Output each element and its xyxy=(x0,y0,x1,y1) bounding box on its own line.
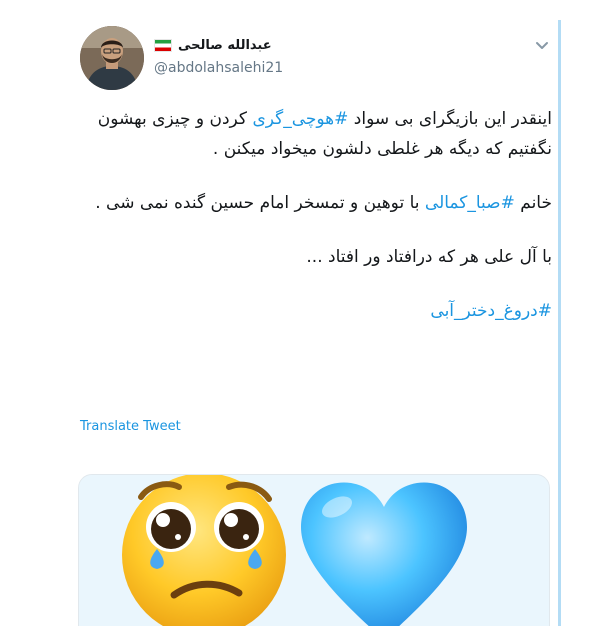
translate-tweet-link[interactable]: Translate Tweet xyxy=(80,419,181,434)
tweet-paragraph: با آل علی هر که درافتاد ور افتاد ... xyxy=(74,242,552,272)
tweet-text: اینقدر این بازیگرای بی سواد #هوچی_گری کر… xyxy=(74,104,552,350)
tweet-view: عبدالله صالحی @abdolahsalehi21 اینقدر ای… xyxy=(0,0,598,626)
tweet-media[interactable] xyxy=(78,474,550,626)
emoji-image xyxy=(79,475,549,626)
user-handle[interactable]: @abdolahsalehi21 xyxy=(154,60,283,76)
tweet-text-segment: خانم xyxy=(514,193,552,213)
avatar[interactable] xyxy=(80,26,144,90)
hashtag-link[interactable]: #صبا_کمالی xyxy=(425,193,515,213)
display-name[interactable]: عبدالله صالحی xyxy=(178,38,272,53)
thread-rule xyxy=(558,20,561,626)
tweet-text-segment: اینقدر این بازیگرای بی سواد xyxy=(348,109,552,129)
tweet-text-segment: با آل علی هر که درافتاد ور افتاد ... xyxy=(306,247,552,267)
avatar-photo xyxy=(80,26,144,90)
tweet-paragraph: #دروغ_دختر_آبی xyxy=(74,296,552,326)
pleading-face-emoji xyxy=(122,475,286,626)
tweet-paragraph: خانم #صبا_کمالی با توهین و تمسخر امام حس… xyxy=(74,188,552,218)
tweet-paragraph: اینقدر این بازیگرای بی سواد #هوچی_گری کر… xyxy=(74,104,552,164)
chevron-down-icon[interactable] xyxy=(532,36,552,56)
iran-flag-icon xyxy=(154,38,172,52)
tweet-text-segment: با توهین و تمسخر امام حسین گنده نمی شی . xyxy=(95,193,425,213)
hashtag-link[interactable]: #دروغ_دختر_آبی xyxy=(430,301,552,321)
display-name-row[interactable]: عبدالله صالحی xyxy=(154,36,272,54)
hashtag-link[interactable]: #هوچی_گری xyxy=(252,109,348,129)
